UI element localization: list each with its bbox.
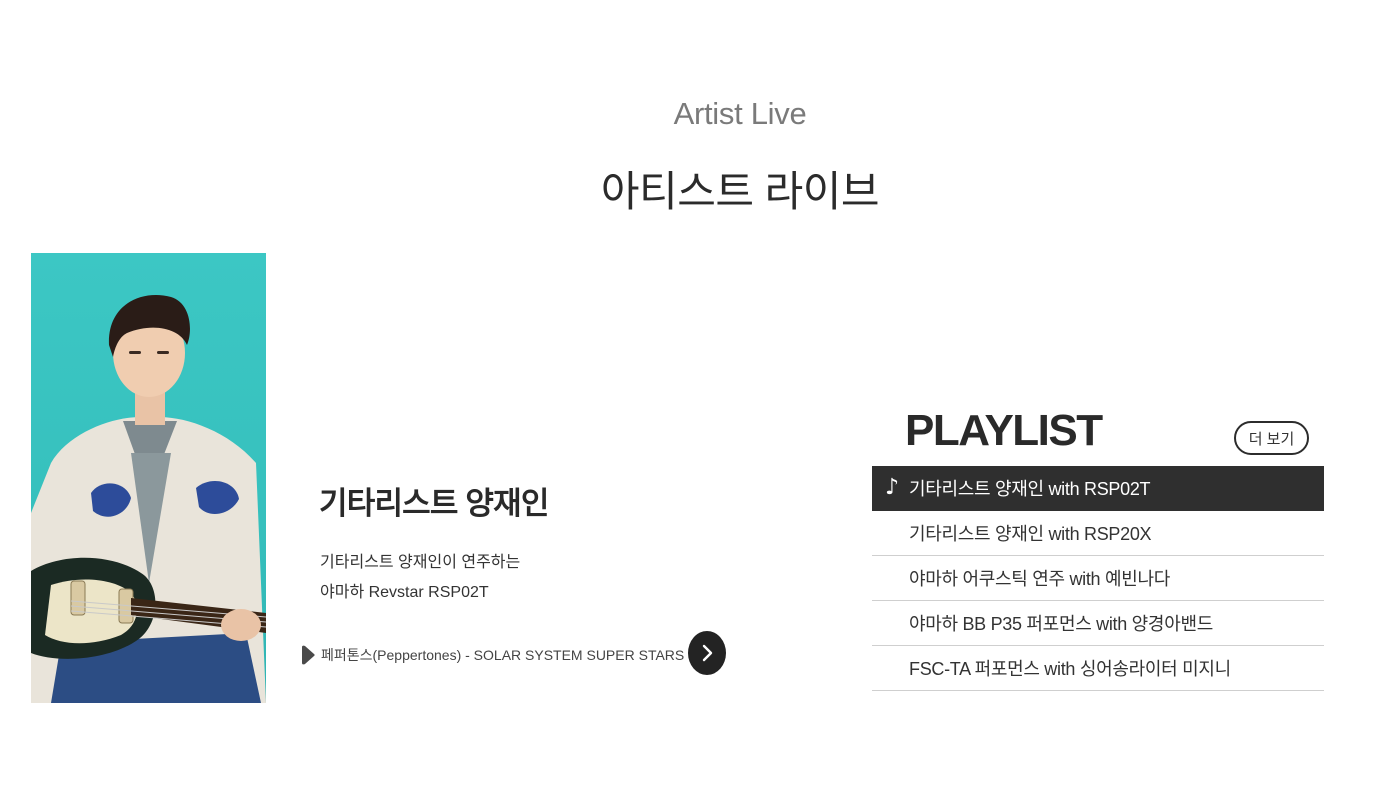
now-playing-track: 페퍼톤스(Peppertones) - SOLAR SYSTEM SUPER S… [321, 647, 685, 663]
playlist-item[interactable]: 야마하 BB P35 퍼포먼스 with 양경아밴드 [872, 601, 1324, 646]
chevron-right-icon [702, 644, 713, 662]
playlist-item[interactable]: 야마하 어쿠스틱 연주 with 예빈나다 [872, 556, 1324, 601]
playlist-item-label: 기타리스트 양재인 with RSP20X [909, 524, 1152, 544]
section-eyebrow: Artist Live [673, 96, 807, 131]
artist-photo [31, 253, 266, 703]
playlist-item[interactable]: FSC-TA 퍼포먼스 with 싱어송라이터 미지니 [872, 646, 1324, 691]
next-track-button[interactable] [688, 631, 726, 675]
playlist-item-label: 기타리스트 양재인 with RSP02T [909, 479, 1151, 499]
playlist: ♪ 기타리스트 양재인 with RSP02T 기타리스트 양재인 with R… [872, 466, 1324, 691]
playlist-item[interactable]: 기타리스트 양재인 with RSP20X [872, 511, 1324, 556]
play-icon[interactable] [301, 645, 315, 665]
featured-description: 기타리스트 양재인이 연주하는 야마하 Revstar RSP02T [320, 548, 520, 608]
section-title: 아티스트 라이브 [600, 168, 880, 215]
more-button[interactable]: 더 보기 [1234, 421, 1309, 455]
playlist-item-label: 야마하 BB P35 퍼포먼스 with 양경아밴드 [909, 614, 1213, 634]
playlist-item[interactable]: ♪ 기타리스트 양재인 with RSP02T [872, 466, 1324, 511]
playlist-item-label: FSC-TA 퍼포먼스 with 싱어송라이터 미지니 [909, 659, 1231, 679]
playlist-title: PLAYLIST [905, 406, 1103, 455]
featured-description-line1: 기타리스트 양재인이 연주하는 [320, 554, 521, 571]
music-note-icon: ♪ [885, 475, 899, 500]
playlist-item-label: 야마하 어쿠스틱 연주 with 예빈나다 [909, 569, 1170, 589]
featured-artist-name: 기타리스트 양재인 [319, 486, 549, 521]
now-playing[interactable]: 페퍼톤스(Peppertones) - SOLAR SYSTEM SUPER S… [301, 644, 684, 666]
featured-description-line2: 야마하 Revstar RSP02T [320, 584, 489, 601]
